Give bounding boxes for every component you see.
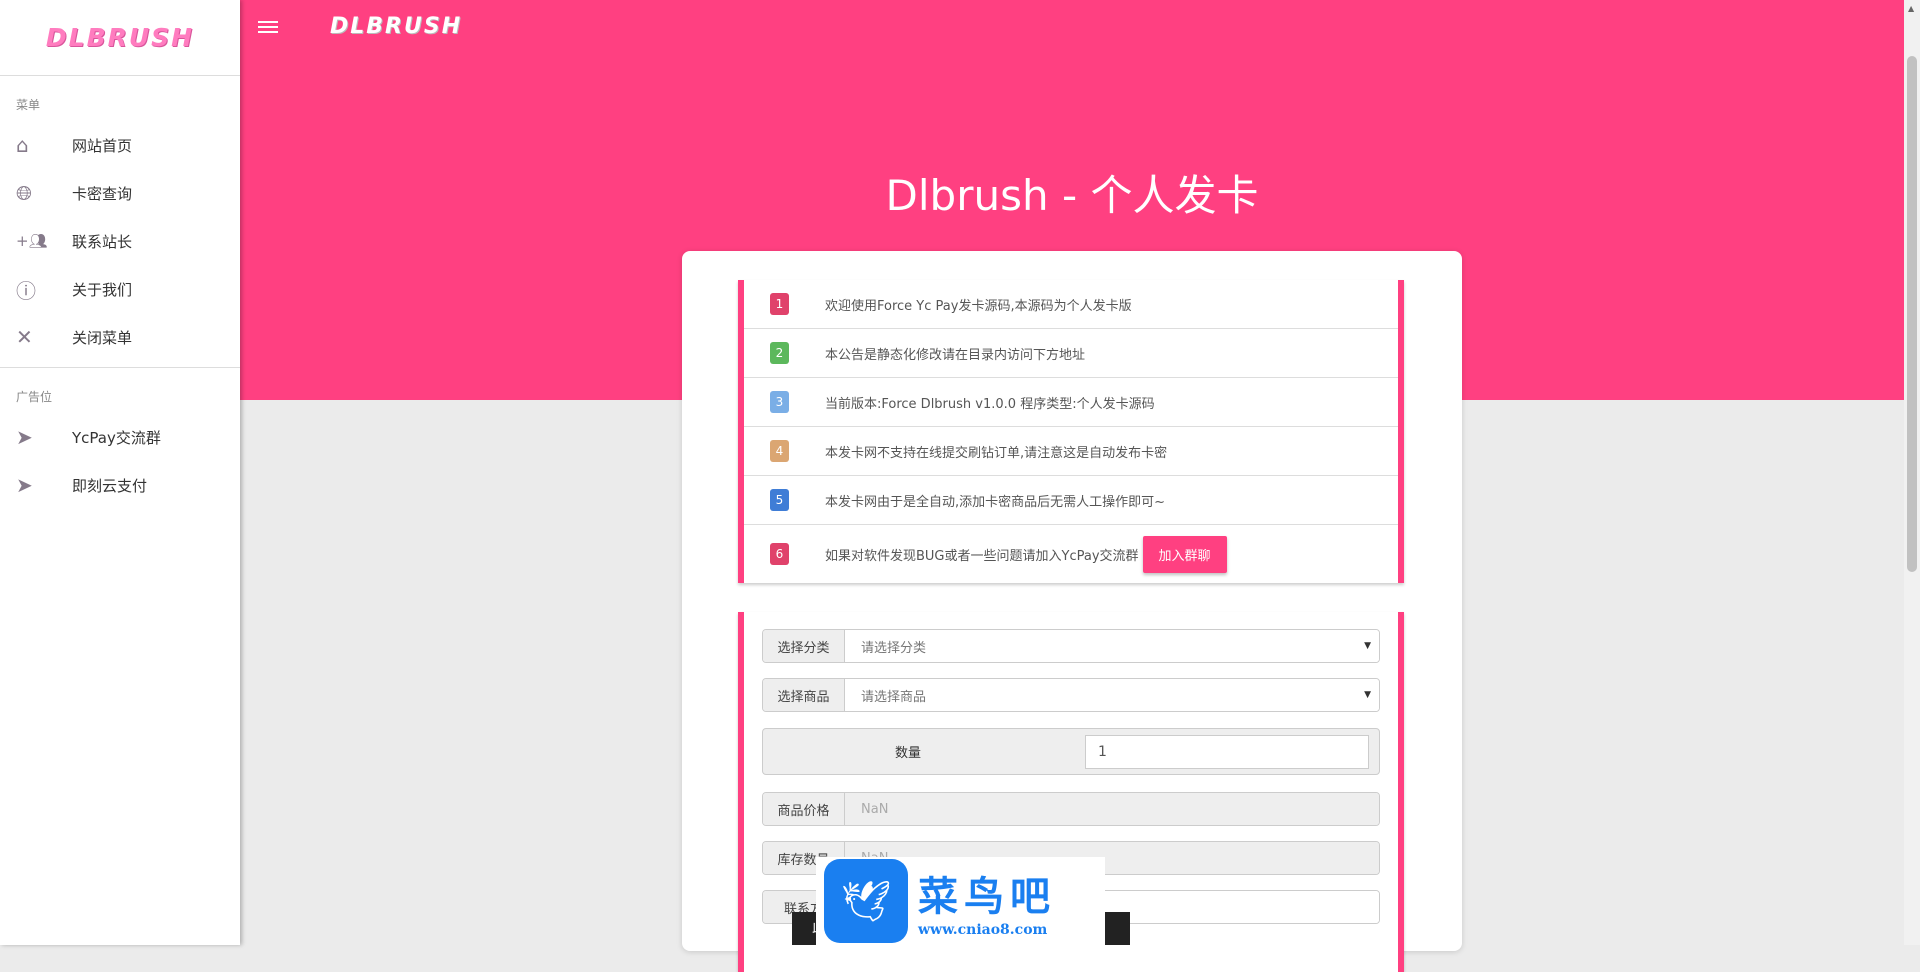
sidebar-item-label: 关闭菜单 [72, 328, 133, 347]
notice-item: 6 如果对软件发现BUG或者一些问题请加入YcPay交流群 加入群聊 [744, 525, 1398, 583]
sidebar: DLBRUSH 菜单 ⌂ 网站首页 🌐︎ 卡密查询 +👥︎ 联系站长 ⓘ 关于我们 ✕ 关… [0, 0, 240, 945]
notice-text: 本公告是静态化修改请在目录内访问下方地址 [825, 347, 1086, 363]
notice-text: 本发卡网由于是全自动,添加卡密商品后无需人工操作即可~ [825, 494, 1166, 510]
sidebar-item-label: 即刻云支付 [72, 476, 148, 495]
product-value[interactable]: 请选择商品 ▼ [845, 679, 1379, 711]
price-value: NaN [845, 793, 1379, 825]
notice-text: 欢迎使用Force Yc Pay发卡源码,本源码为个人发卡版 [825, 298, 1132, 314]
watermark: 🕊︎ 菜鸟吧 www.cniao8.com [816, 857, 1105, 945]
quantity-input[interactable] [1085, 734, 1369, 769]
home-icon: ⌂ [16, 133, 29, 157]
notice-number-badge: 5 [770, 489, 789, 511]
watermark-url: www.cniao8.com [918, 922, 1048, 938]
notice-item: 5 本发卡网由于是全自动,添加卡密商品后无需人工操作即可~ [744, 476, 1398, 525]
menu-icon[interactable] [258, 18, 278, 36]
header-logo[interactable]: DLBRUSH [330, 14, 462, 39]
ads-section-label: 广告位 [16, 390, 53, 404]
sidebar-item-label: 网站首页 [72, 136, 133, 155]
main-card: 1 欢迎使用Force Yc Pay发卡源码,本源码为个人发卡版 2 本公告是静态化修… [682, 251, 1462, 972]
notice-number-badge: 3 [770, 391, 789, 413]
notice-number-badge: 2 [770, 342, 789, 364]
sidebar-item-label: 关于我们 [72, 280, 133, 299]
bird-logo-icon: 🕊︎ [824, 859, 908, 943]
quantity-group: 数量 [762, 728, 1380, 775]
chevron-down-icon: ▼ [1364, 690, 1371, 700]
sidebar-item-ycpay-group[interactable]: ➤ YcPay交流群 [0, 413, 240, 461]
group-add-icon: +👥︎ [16, 232, 48, 250]
notice-text: 如果对软件发现BUG或者一些问题请加入YcPay交流群 [825, 548, 1139, 564]
notice-item: 3 当前版本:Force Dlbrush v1.0.0 程序类型:个人发卡源码 [744, 378, 1398, 427]
info-icon: ⓘ [16, 278, 36, 303]
sidebar-item-label: 联系站长 [72, 232, 133, 251]
product-label: 选择商品 [763, 679, 845, 711]
chevron-down-icon: ▼ [1364, 641, 1371, 651]
category-placeholder: 请选择分类 [861, 640, 927, 656]
sidebar-item-close-menu[interactable]: ✕ 关闭菜单 [0, 313, 240, 361]
scrollbar-thumb[interactable] [1907, 56, 1917, 572]
globe-icon: 🌐︎ [16, 181, 32, 205]
close-icon: ✕ [16, 325, 33, 349]
notice-item: 2 本公告是静态化修改请在目录内访问下方地址 [744, 329, 1398, 378]
send-icon: ➤ [16, 425, 33, 449]
page-title: Dlbrush - 个人发卡 [885, 171, 1259, 220]
notice-number-badge: 1 [770, 293, 789, 315]
menu-section-label: 菜单 [16, 98, 41, 112]
category-value[interactable]: 请选择分类 ▼ [845, 630, 1379, 662]
notice-panel: 1 欢迎使用Force Yc Pay发卡源码,本源码为个人发卡版 2 本公告是静态化修… [738, 280, 1404, 583]
sidebar-item-about[interactable]: ⓘ 关于我们 [0, 265, 240, 313]
scroll-up-icon[interactable]: ▲ [1908, 4, 1914, 13]
notice-text: 当前版本:Force Dlbrush v1.0.0 程序类型:个人发卡源码 [825, 396, 1155, 412]
quantity-label: 数量 [894, 746, 921, 761]
send-icon: ➤ [16, 473, 33, 497]
notice-number-badge: 6 [770, 543, 789, 565]
sidebar-item-label: YcPay交流群 [72, 428, 161, 447]
notice-item: 4 本发卡网不支持在线提交刷钻订单,请注意这是自动发布卡密 [744, 427, 1398, 476]
sidebar-item-card-query[interactable]: 🌐︎ 卡密查询 [0, 169, 240, 217]
sidebar-item-home[interactable]: ⌂ 网站首页 [0, 121, 240, 169]
sidebar-item-label: 卡密查询 [72, 184, 133, 203]
sidebar-item-jike-pay[interactable]: ➤ 即刻云支付 [0, 461, 240, 509]
category-select[interactable]: 选择分类 请选择分类 ▼ [762, 629, 1380, 663]
join-group-button[interactable]: 加入群聊 [1142, 535, 1227, 573]
notice-item: 1 欢迎使用Force Yc Pay发卡源码,本源码为个人发卡版 [744, 280, 1398, 329]
scrollbar[interactable]: ▲ [1904, 0, 1920, 945]
notice-text: 本发卡网不支持在线提交刷钻订单,请注意这是自动发布卡密 [825, 445, 1168, 461]
product-select[interactable]: 选择商品 请选择商品 ▼ [762, 678, 1380, 712]
notice-number-badge: 4 [770, 440, 789, 462]
sidebar-item-contact[interactable]: +👥︎ 联系站长 [0, 217, 240, 265]
product-placeholder: 请选择商品 [861, 689, 927, 705]
category-label: 选择分类 [763, 630, 845, 662]
sidebar-logo[interactable]: DLBRUSH [0, 0, 240, 76]
price-label: 商品价格 [763, 793, 845, 825]
price-field: 商品价格 NaN [762, 792, 1380, 826]
watermark-text: 菜鸟吧 [918, 873, 1056, 920]
